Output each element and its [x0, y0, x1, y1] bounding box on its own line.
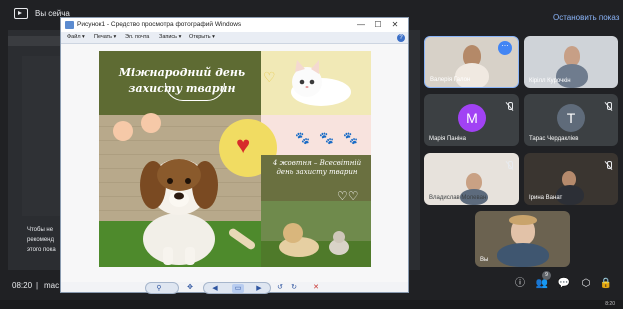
meeting-clock: 08:20 [12, 281, 33, 290]
slideshow-icon[interactable]: ▭ [232, 284, 244, 293]
menu-open[interactable]: Открыть ▾ [189, 34, 215, 40]
participant-name: Ірина Ванат [529, 195, 563, 201]
participant-name: Тарас Чердакліев [529, 136, 579, 142]
heart-icon: ♥ [236, 132, 251, 159]
rotate-cw-icon[interactable]: ↻ [289, 283, 299, 292]
participant-name: Марія Паніна [429, 136, 466, 142]
participant-tile[interactable]: Ірина Ванат [524, 153, 618, 205]
close-button[interactable]: ✕ [387, 19, 403, 31]
viewer-title-bar[interactable]: Рисунок1 - Средство просмотра фотографий… [61, 18, 408, 32]
viewer-menu-bar: Файл ▾ Печать ▾ Эл. почта Запись ▾ Откры… [61, 32, 408, 44]
self-video [509, 215, 537, 225]
maximize-button[interactable]: ☐ [370, 19, 386, 31]
present-screen-icon [14, 8, 28, 19]
shared-side-text: Чтобы не [27, 227, 54, 233]
participant-video [455, 63, 489, 87]
shared-side-text: рекоменд [27, 237, 54, 243]
participant-name: Валерія Галон [430, 77, 471, 83]
zoom-icon[interactable]: ⚲ [154, 284, 164, 293]
double-heart-icon: ♡♡ [337, 189, 359, 203]
participant-video [556, 64, 588, 88]
participant-tile[interactable]: M Марія Паніна [424, 94, 519, 146]
help-icon[interactable]: ? [397, 34, 405, 42]
self-view-tile[interactable]: Вы [475, 211, 570, 267]
mic-off-icon [605, 161, 612, 170]
self-video [497, 243, 549, 267]
more-options-icon[interactable]: ⋯ [498, 41, 512, 55]
dog-and-kitten-photo [261, 201, 371, 267]
paw-print-icon: 🐾 [343, 131, 358, 145]
participant-tile[interactable]: Владислав Молеван [424, 153, 519, 205]
rotate-ccw-icon[interactable]: ↺ [275, 283, 285, 292]
shared-screen-sidebar [22, 56, 62, 216]
paw-sticker-icon [141, 113, 161, 133]
participant-tile[interactable]: T Тарас Чердакліев [524, 94, 618, 146]
previous-icon[interactable]: ◀ [210, 284, 220, 293]
chat-icon[interactable]: 💬 [556, 276, 572, 292]
viewer-toolbar: ⚲ ✥ ◀ ▭ ▶ ↺ ↻ ✕ [61, 282, 408, 294]
title-underline-curve [165, 83, 225, 101]
next-icon[interactable]: ▶ [254, 284, 264, 293]
menu-file[interactable]: Файл ▾ [67, 34, 85, 40]
shared-screen-toolbar [8, 36, 68, 46]
menu-burn[interactable]: Запись ▾ [159, 34, 181, 40]
separator: | [36, 281, 39, 290]
image-canvas: Міжнародний день захисту тварин ♡ 🐾 🐾 🐾 … [61, 44, 408, 282]
puppy-image [140, 159, 218, 265]
navigation-group: ◀ ▭ ▶ [203, 282, 271, 294]
viewer-title: Рисунок1 - Средство просмотра фотографий… [77, 21, 242, 28]
paw-print-icon: 🐾 [295, 131, 310, 145]
participant-avatar: T [557, 104, 585, 132]
photo-viewer-icon [65, 21, 74, 29]
minimize-button[interactable]: — [353, 19, 369, 31]
participant-tile[interactable]: ⋯ Валерія Галон [424, 36, 519, 88]
delete-icon[interactable]: ✕ [311, 283, 321, 292]
paw-sticker-icon [113, 121, 133, 141]
participant-video [564, 46, 580, 66]
activities-icon[interactable]: ⬡ [578, 276, 594, 292]
heart-outline-icon: ♡ [263, 69, 276, 85]
taskbar-clock: 8:20 [605, 301, 615, 307]
menu-print[interactable]: Печать ▾ [94, 34, 116, 40]
paw-print-icon: 🐾 [319, 131, 334, 145]
poster-date-text: 4 жовтня – Всесвітній день захисту твари… [272, 159, 362, 176]
participant-count-badge: 9 [542, 271, 551, 280]
mic-off-icon [605, 102, 612, 111]
menu-email[interactable]: Эл. почта [125, 34, 149, 40]
meet-screen: Вы сейча Остановить показ Чтобы не реком… [0, 0, 623, 309]
info-icon[interactable]: ⓘ [512, 276, 528, 292]
stop-presenting-button[interactable]: Остановить показ [553, 13, 619, 22]
participant-name: Кірілл Курочкін [529, 78, 571, 84]
meeting-code: mac [44, 281, 60, 290]
shared-side-text: этого пока [27, 247, 56, 253]
actual-size-icon[interactable]: ✥ [185, 283, 195, 292]
participant-name: Владислав Молеван [429, 195, 487, 201]
kitten-image [291, 60, 351, 106]
lock-icon[interactable]: 🔒 [598, 276, 614, 292]
mic-off-icon [506, 102, 513, 111]
mic-off-icon [506, 161, 513, 170]
participant-avatar: M [458, 104, 486, 132]
system-taskbar [0, 300, 623, 309]
self-name: Вы [480, 257, 489, 263]
zoom-group: ⚲ [145, 282, 179, 294]
dog-kitten-image [261, 223, 371, 267]
animal-day-poster: Міжнародний день захисту тварин ♡ 🐾 🐾 🐾 … [99, 51, 371, 267]
participant-tile[interactable]: Кірілл Курочкін [524, 36, 618, 88]
photo-viewer-window: Рисунок1 - Средство просмотра фотографий… [60, 17, 409, 294]
